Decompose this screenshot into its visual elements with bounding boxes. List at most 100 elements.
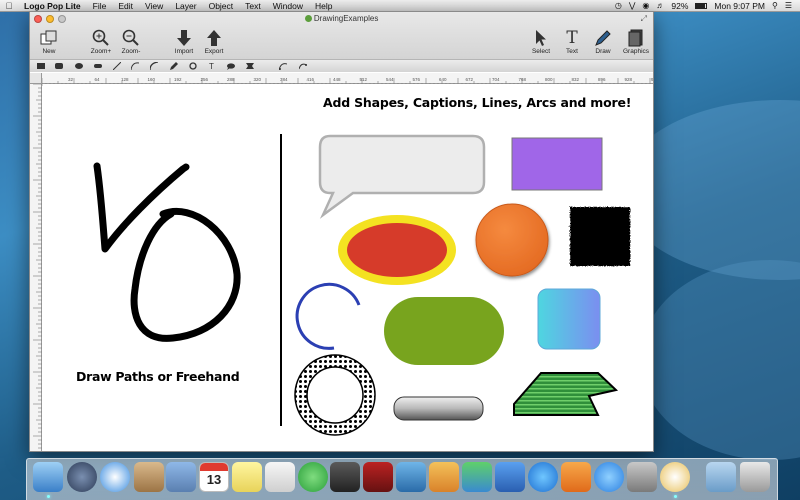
safari-icon[interactable] [100, 462, 130, 492]
finder-icon[interactable] [33, 462, 63, 492]
ruler-tick-label: 896 [598, 77, 606, 82]
spotlight-icon[interactable]: ⚲ [772, 1, 778, 10]
logo-pop-icon[interactable] [660, 462, 690, 492]
dotted-ring-inner-outline [306, 366, 364, 424]
apple-menu-icon[interactable]:  [0, 1, 18, 11]
pill-tool-icon[interactable] [93, 62, 102, 70]
calendar-icon[interactable]: 13 [199, 462, 229, 492]
ruler-tick-label: 64 [95, 77, 101, 82]
ruler-tick-label: 288 [227, 77, 235, 82]
bluetooth-icon[interactable]: ⋁ [629, 1, 636, 10]
zoom-in-button[interactable]: Zoom+ [90, 28, 112, 55]
drawing-canvas[interactable]: Add Shapes, Captions, Lines, Arcs and mo… [43, 84, 653, 451]
launchpad-icon[interactable] [67, 462, 97, 492]
ruler-tick-label: 800 [545, 77, 553, 82]
ruler-corner [30, 73, 42, 84]
purple-rectangle-shape[interactable] [511, 137, 603, 191]
system-preferences-icon[interactable] [627, 462, 657, 492]
banner-tool-icon[interactable] [245, 62, 254, 70]
keynote-icon[interactable] [495, 462, 525, 492]
itunes-icon[interactable] [528, 462, 558, 492]
curve-tool-icon[interactable] [130, 62, 139, 70]
numbers-icon[interactable] [462, 462, 492, 492]
new-icon [38, 28, 60, 48]
pencil-tool-icon[interactable] [169, 62, 178, 70]
app-store-icon[interactable] [594, 462, 624, 492]
rect-tool-icon[interactable] [36, 62, 45, 70]
trash-icon[interactable] [740, 462, 770, 492]
path-curve-tool-icon[interactable] [298, 62, 307, 70]
pen-icon [592, 28, 614, 48]
menu-object[interactable]: Object [203, 1, 240, 11]
ruler-tick-label: 416 [307, 77, 315, 82]
app-menu[interactable]: Logo Pop Lite [18, 1, 87, 11]
battery-percent[interactable]: 92% [671, 1, 688, 11]
path-point-tool-icon[interactable] [278, 62, 287, 70]
menu-file[interactable]: File [87, 1, 113, 11]
blue-arc-shape[interactable] [295, 282, 361, 350]
green-pill-shape[interactable] [384, 297, 504, 365]
freehand-v-stroke[interactable] [93, 162, 190, 253]
draw-button[interactable]: Draw [592, 28, 614, 55]
ruler-tick-label: 960 [651, 77, 653, 82]
circle-tool-icon[interactable] [188, 62, 197, 70]
document-icon [304, 15, 312, 23]
menu-text[interactable]: Text [239, 1, 267, 11]
notes-icon[interactable] [232, 462, 262, 492]
ruler-tick-label: 320 [254, 77, 262, 82]
red-ellipse-shape[interactable] [347, 223, 447, 277]
text-tool-icon: T [566, 28, 578, 48]
graphics-button[interactable]: Graphics [623, 28, 649, 55]
green-banner-shape[interactable] [513, 372, 619, 416]
ibooks-icon[interactable] [561, 462, 591, 492]
caption-draw-paths[interactable]: Draw Paths or Freehand [76, 369, 240, 384]
reminders-icon[interactable] [265, 462, 295, 492]
arc-tool-icon[interactable] [149, 62, 158, 70]
notification-center-icon[interactable]: ☰ [785, 1, 792, 10]
messages-icon[interactable] [298, 462, 328, 492]
fullscreen-icon[interactable]: ⤢ [641, 14, 647, 24]
mail-icon[interactable] [166, 462, 196, 492]
battery-icon[interactable] [695, 2, 708, 9]
ruler-tick-label: 192 [174, 77, 182, 82]
photo-booth-icon[interactable] [363, 462, 393, 492]
orange-circle-shape[interactable] [475, 203, 549, 277]
dotted-ring-shape[interactable] [295, 355, 375, 435]
text-button[interactable]: T Text [561, 28, 583, 55]
import-button[interactable]: Import [173, 28, 195, 55]
menu-window[interactable]: Window [267, 1, 309, 11]
contacts-icon[interactable] [134, 462, 164, 492]
export-button[interactable]: Export [203, 28, 225, 55]
time-machine-icon[interactable]: ◷ [615, 1, 622, 10]
menu-edit[interactable]: Edit [112, 1, 139, 11]
select-button[interactable]: Select [530, 28, 552, 55]
metallic-pill-shape[interactable] [393, 396, 484, 421]
ruler-tick-label: 832 [572, 77, 580, 82]
menu-view[interactable]: View [139, 1, 169, 11]
iphoto-icon[interactable] [396, 462, 426, 492]
freehand-loop-stroke[interactable] [130, 208, 241, 342]
line-tool-icon[interactable] [112, 62, 121, 70]
ellipse-tool-icon[interactable] [74, 62, 83, 70]
rounded-rect-tool-icon[interactable] [54, 62, 63, 70]
facetime-icon[interactable] [330, 462, 360, 492]
black-square-shape[interactable] [569, 206, 629, 265]
menu-layer[interactable]: Layer [169, 1, 202, 11]
ruler-tick-label: 576 [413, 77, 421, 82]
speech-bubble-tool-icon[interactable] [226, 62, 235, 70]
text-box-tool-icon[interactable]: T [207, 62, 216, 71]
wifi-icon[interactable]: ◉ [642, 1, 649, 10]
new-button[interactable]: New [38, 28, 60, 55]
pages-icon[interactable] [429, 462, 459, 492]
ruler-tick-label: 704 [492, 77, 500, 82]
ruler-tick-label: 640 [439, 77, 447, 82]
zoom-out-button[interactable]: Zoom- [120, 28, 142, 55]
menu-help[interactable]: Help [309, 1, 338, 11]
speech-bubble-shape[interactable] [318, 134, 486, 219]
downloads-folder-icon[interactable] [706, 462, 736, 492]
clock[interactable]: Mon 9:07 PM [714, 1, 765, 11]
teal-rounded-square-shape[interactable] [537, 288, 601, 350]
zoom-out-icon [120, 28, 142, 48]
volume-icon[interactable]: ♬ [656, 1, 664, 10]
export-icon [203, 28, 225, 48]
